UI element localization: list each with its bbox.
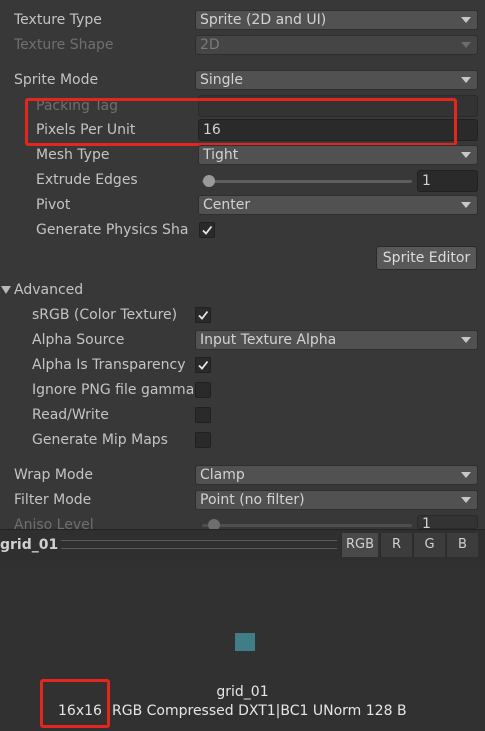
checkmark-icon <box>198 360 209 370</box>
chevron-down-icon <box>461 202 471 208</box>
mesh-type-label: Mesh Type <box>36 147 110 163</box>
alpha-source-dropdown[interactable]: Input Texture Alpha <box>195 330 478 350</box>
chevron-down-icon <box>461 337 471 343</box>
srgb-checkbox[interactable] <box>195 307 211 323</box>
wrap-mode-label: Wrap Mode <box>14 467 94 483</box>
aniso-level-slider <box>200 517 412 529</box>
sprite-mode-value: Single <box>200 72 244 88</box>
chevron-down-icon <box>461 497 471 503</box>
advanced-foldout[interactable]: Advanced <box>0 280 200 300</box>
highlight-box <box>25 98 457 146</box>
slider-track <box>202 180 412 183</box>
mesh-type-dropdown[interactable]: Tight <box>198 145 478 165</box>
texture-type-label: Texture Type <box>14 12 102 28</box>
sprite-preview-image <box>235 633 255 651</box>
filter-mode-value: Point (no filter) <box>200 492 305 508</box>
alpha-source-value: Input Texture Alpha <box>200 332 337 348</box>
texture-type-dropdown[interactable]: Sprite (2D and UI) <box>195 10 478 30</box>
generate-physics-shape-label: Generate Physics Sha <box>36 222 189 238</box>
filter-mode-label: Filter Mode <box>14 492 92 508</box>
chevron-down-icon <box>461 152 471 158</box>
sprite-mode-label: Sprite Mode <box>14 72 99 88</box>
slider-thumb[interactable] <box>203 175 215 187</box>
checkmark-icon <box>198 310 209 320</box>
extrude-edges-label: Extrude Edges <box>36 172 138 188</box>
pivot-value: Center <box>203 197 251 213</box>
channel-b-button[interactable]: B <box>446 533 478 557</box>
extrude-edges-field[interactable]: 1 <box>417 170 478 192</box>
pivot-label: Pivot <box>36 197 71 213</box>
texture-shape-dropdown: 2D <box>195 35 478 55</box>
advanced-label: Advanced <box>14 282 84 298</box>
mesh-type-value: Tight <box>203 147 239 163</box>
srgb-label: sRGB (Color Texture) <box>32 307 178 323</box>
chevron-down-icon <box>461 17 471 23</box>
pivot-dropdown[interactable]: Center <box>198 195 478 215</box>
checkmark-icon <box>202 225 213 235</box>
alpha-is-transparency-checkbox[interactable] <box>195 357 211 373</box>
slider-thumb <box>208 519 220 529</box>
ignore-png-gamma-label: Ignore PNG file gamma <box>32 382 194 398</box>
generate-mip-maps-label: Generate Mip Maps <box>32 432 168 448</box>
texture-shape-label: Texture Shape <box>14 37 114 53</box>
preview-format-info: RGB Compressed DXT1|BC1 UNorm 128 B <box>112 703 407 719</box>
channel-g-button[interactable]: G <box>413 533 445 557</box>
aniso-level-field: 1 <box>417 515 478 529</box>
generate-mip-maps-checkbox[interactable] <box>195 432 211 448</box>
sprite-mode-dropdown[interactable]: Single <box>195 70 478 90</box>
extrude-edges-slider[interactable] <box>200 172 412 190</box>
channel-r-button[interactable]: R <box>380 533 412 557</box>
highlight-box-size <box>40 679 110 728</box>
texture-shape-value: 2D <box>200 37 220 53</box>
preview-drag-handle[interactable] <box>61 540 337 549</box>
generate-physics-shape-checkbox[interactable] <box>199 222 215 238</box>
aniso-level-label: Aniso Level <box>14 517 94 529</box>
filter-mode-dropdown[interactable]: Point (no filter) <box>195 490 478 510</box>
wrap-mode-value: Clamp <box>200 467 245 483</box>
texture-type-value: Sprite (2D and UI) <box>200 12 327 28</box>
channel-rgb-button[interactable]: RGB <box>341 533 378 557</box>
chevron-down-icon <box>461 472 471 478</box>
sprite-editor-button[interactable]: Sprite Editor <box>376 246 477 270</box>
chevron-down-icon <box>461 42 471 48</box>
chevron-down-icon <box>461 77 471 83</box>
wrap-mode-dropdown[interactable]: Clamp <box>195 465 478 485</box>
alpha-source-label: Alpha Source <box>32 332 125 348</box>
slider-track <box>202 524 412 527</box>
triangle-down-icon <box>1 286 11 294</box>
read-write-label: Read/Write <box>32 407 109 423</box>
ignore-png-gamma-checkbox[interactable] <box>195 382 211 398</box>
alpha-is-transparency-label: Alpha Is Transparency <box>32 357 186 373</box>
read-write-checkbox[interactable] <box>195 407 211 423</box>
preview-title: grid_01 <box>0 537 59 553</box>
